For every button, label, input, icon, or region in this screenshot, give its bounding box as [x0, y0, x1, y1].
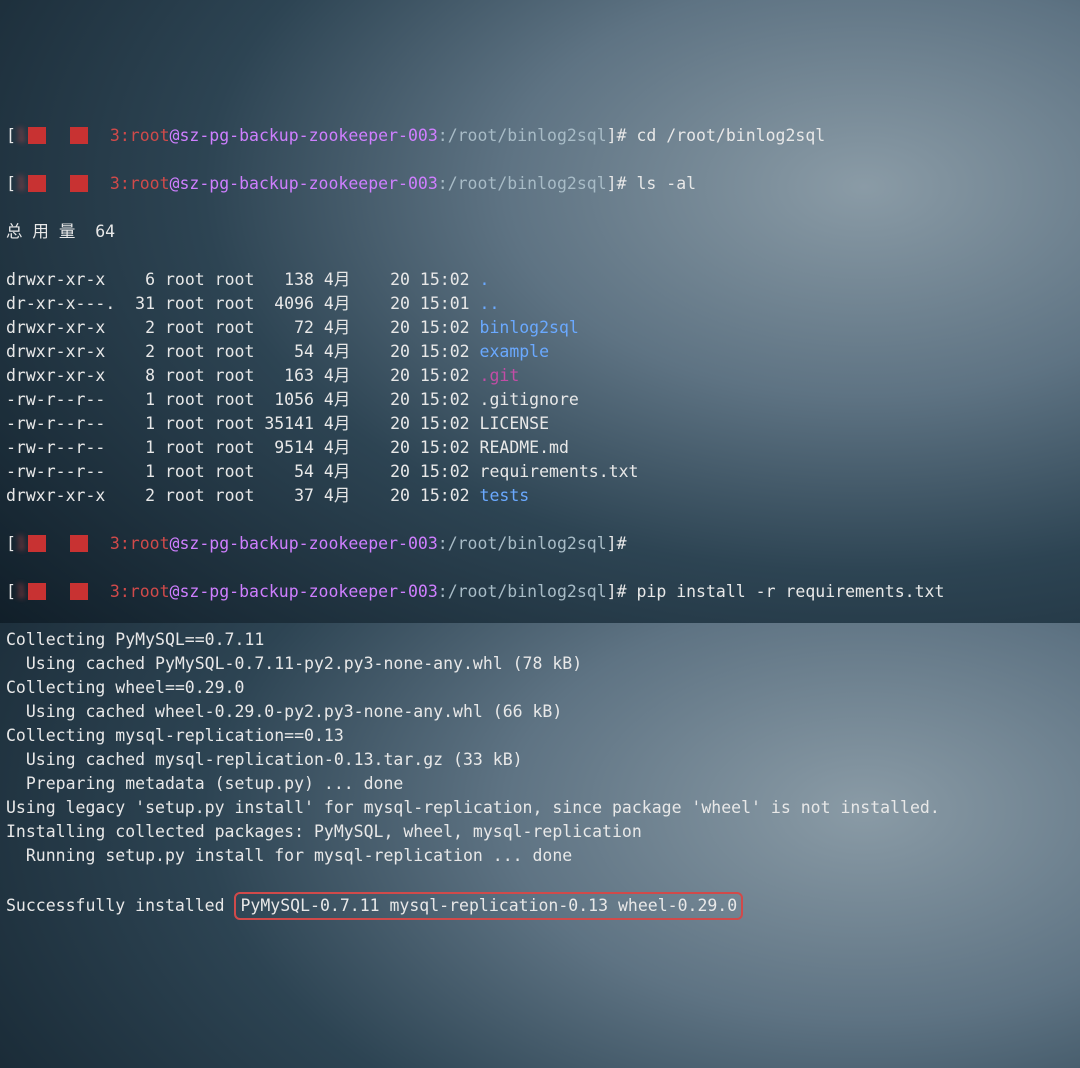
redacted-block: [70, 127, 88, 144]
prompt-cwd: /root/binlog2sql: [448, 582, 607, 601]
pip-line: Using cached mysql-replication-0.13.tar.…: [6, 748, 1074, 772]
success-packages: PyMySQL-0.7.11 mysql-replication-0.13 wh…: [234, 892, 743, 920]
prompt-number: 3: [110, 582, 120, 601]
ls-row: dr-xr-x---. 31 root root 4096 4月 20 15:0…: [6, 292, 1074, 316]
redacted-block: [28, 175, 46, 192]
redacted-block: [28, 535, 46, 552]
ls-row: -rw-r--r-- 1 root root 1056 4月 20 15:02 …: [6, 388, 1074, 412]
file-name: .: [480, 270, 490, 289]
redacted-block: [70, 175, 88, 192]
file-name: .gitignore: [480, 390, 579, 409]
pip-output: Collecting PyMySQL==0.7.11 Using cached …: [6, 628, 1074, 868]
file-name: requirements.txt: [480, 462, 639, 481]
file-name: ..: [480, 294, 500, 313]
pip-line: Preparing metadata (setup.py) ... done: [6, 772, 1074, 796]
line-prompt-2: [1 3:root@sz-pg-backup-zookeeper-003:/ro…: [6, 172, 1074, 196]
cmd-cd: cd /root/binlog2sql: [636, 126, 825, 145]
pip-line: Collecting PyMySQL==0.7.11: [6, 628, 1074, 652]
prompt-user: root: [130, 174, 170, 193]
line-prompt-1: [1 3:root@sz-pg-backup-zookeeper-003:/ro…: [6, 124, 1074, 148]
prompt-number: 3: [110, 126, 120, 145]
prompt-number: 3: [110, 534, 120, 553]
file-name: binlog2sql: [480, 318, 579, 337]
pip-line: Using cached wheel-0.29.0-py2.py3-none-a…: [6, 700, 1074, 724]
ls-row: -rw-r--r-- 1 root root 35141 4月 20 15:02…: [6, 412, 1074, 436]
ls-row: drwxr-xr-x 8 root root 163 4月 20 15:02 .…: [6, 364, 1074, 388]
file-name: LICENSE: [480, 414, 550, 433]
prompt-host: sz-pg-backup-zookeeper-003: [179, 534, 437, 553]
ls-row: drwxr-xr-x 2 root root 37 4月 20 15:02 te…: [6, 484, 1074, 508]
prompt-host: sz-pg-backup-zookeeper-003: [179, 174, 437, 193]
ls-row: -rw-r--r-- 1 root root 54 4月 20 15:02 re…: [6, 460, 1074, 484]
line-prompt-3: [1 3:root@sz-pg-backup-zookeeper-003:/ro…: [6, 532, 1074, 556]
pip-line: Using legacy 'setup.py install' for mysq…: [6, 796, 1074, 820]
file-name: .git: [480, 366, 520, 385]
ls-total: 总 用 量 64: [6, 220, 1074, 244]
pip-line: Using cached PyMySQL-0.7.11-py2.py3-none…: [6, 652, 1074, 676]
prompt-host: sz-pg-backup-zookeeper-003: [179, 582, 437, 601]
ls-row: drwxr-xr-x 2 root root 72 4月 20 15:02 bi…: [6, 316, 1074, 340]
prompt-cwd: /root/binlog2sql: [448, 174, 607, 193]
redacted-block: [28, 127, 46, 144]
terminal[interactable]: [1 3:root@sz-pg-backup-zookeeper-003:/ro…: [0, 96, 1080, 948]
prompt-cwd: /root/binlog2sql: [448, 534, 607, 553]
pip-line: Installing collected packages: PyMySQL, …: [6, 820, 1074, 844]
pip-line: Running setup.py install for mysql-repli…: [6, 844, 1074, 868]
prompt-number: 3: [110, 174, 120, 193]
pip-line: Collecting wheel==0.29.0: [6, 676, 1074, 700]
ls-row: drwxr-xr-x 2 root root 54 4月 20 15:02 ex…: [6, 340, 1074, 364]
prompt-user: root: [130, 582, 170, 601]
ls-row: -rw-r--r-- 1 root root 9514 4月 20 15:02 …: [6, 436, 1074, 460]
prompt-user: root: [130, 126, 170, 145]
ls-row: drwxr-xr-x 6 root root 138 4月 20 15:02 .: [6, 268, 1074, 292]
redacted-block: [70, 535, 88, 552]
success-prefix: Successfully installed: [6, 896, 234, 915]
redacted-block: [70, 583, 88, 600]
pip-success-line: Successfully installed PyMySQL-0.7.11 my…: [6, 892, 1074, 920]
redacted-block: [28, 583, 46, 600]
file-name: tests: [480, 486, 530, 505]
prompt-user: root: [130, 534, 170, 553]
prompt-cwd: /root/binlog2sql: [448, 126, 607, 145]
file-name: README.md: [480, 438, 569, 457]
file-name: example: [480, 342, 550, 361]
cmd-pip: pip install -r requirements.txt: [636, 582, 944, 601]
cmd-ls: ls -al: [636, 174, 696, 193]
pip-line: Collecting mysql-replication==0.13: [6, 724, 1074, 748]
prompt-host: sz-pg-backup-zookeeper-003: [179, 126, 437, 145]
ls-listing: drwxr-xr-x 6 root root 138 4月 20 15:02 .…: [6, 268, 1074, 508]
line-prompt-4: [1 3:root@sz-pg-backup-zookeeper-003:/ro…: [6, 580, 1074, 604]
